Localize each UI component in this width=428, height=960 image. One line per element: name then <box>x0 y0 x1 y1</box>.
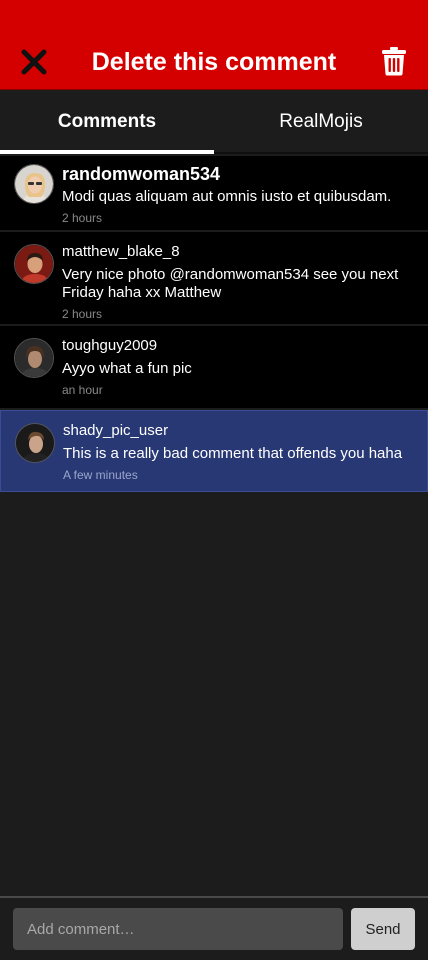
close-button[interactable] <box>18 46 50 78</box>
comment-timestamp: 2 hours <box>62 211 103 225</box>
avatar-icon <box>16 424 54 462</box>
avatar[interactable] <box>14 164 54 204</box>
app-screen: Delete this comment Comments RealMojis r… <box>0 0 428 960</box>
comment-text: Modi quas aliquam aut omnis iusto et qui… <box>62 188 392 205</box>
avatar-icon <box>15 165 53 203</box>
comment-item[interactable]: randomwoman534 Modi quas aliquam aut omn… <box>0 156 428 232</box>
comment-item[interactable]: matthew_blake_8 Very nice photo @randomw… <box>0 232 428 326</box>
tab-bar: Comments RealMojis <box>0 91 428 154</box>
comment-username[interactable]: toughguy2009 <box>62 336 414 356</box>
comment-composer: Send <box>0 896 428 960</box>
header-title: Delete this comment <box>91 48 337 76</box>
tab-comments[interactable]: Comments <box>0 91 214 154</box>
trash-icon <box>382 47 406 76</box>
comment-text: This is a really bad comment that offend… <box>63 445 403 462</box>
delete-button[interactable] <box>378 44 410 78</box>
comment-timestamp: 2 hours <box>62 307 103 321</box>
comment-item-selected[interactable]: shady_pic_user This is a really bad comm… <box>0 410 428 492</box>
avatar-icon <box>15 245 53 283</box>
comment-username[interactable]: randomwoman534 <box>62 162 414 186</box>
comment-list: randomwoman534 Modi quas aliquam aut omn… <box>0 156 428 492</box>
comment-username[interactable]: shady_pic_user <box>63 421 413 441</box>
comment-timestamp: an hour <box>62 383 103 397</box>
header-bar: Delete this comment <box>0 0 428 90</box>
send-button[interactable]: Send <box>351 908 415 950</box>
comment-text: Very nice photo @randomwoman534 see you … <box>62 266 399 301</box>
comment-input[interactable] <box>13 908 343 950</box>
avatar-icon <box>15 339 53 377</box>
comment-text: Ayyo what a fun pic <box>62 360 192 377</box>
comment-username[interactable]: matthew_blake_8 <box>62 242 414 262</box>
avatar[interactable] <box>14 338 54 378</box>
comment-timestamp: A few minutes <box>63 468 138 482</box>
close-icon <box>21 49 47 75</box>
avatar[interactable] <box>14 244 54 284</box>
comment-item[interactable]: toughguy2009 Ayyo what a fun pic an hour <box>0 326 428 410</box>
avatar[interactable] <box>15 423 55 463</box>
tab-realmojis[interactable]: RealMojis <box>214 91 428 152</box>
